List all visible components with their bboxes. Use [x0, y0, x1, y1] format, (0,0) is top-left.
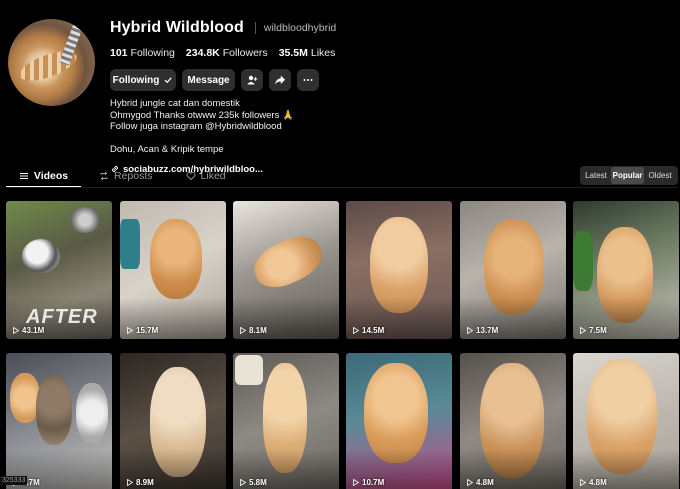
play-icon: [353, 479, 359, 486]
tabs-divider: [6, 187, 678, 188]
video-tile[interactable]: 4.8M: [460, 353, 566, 489]
stat-following[interactable]: 101 Following: [110, 47, 175, 59]
profile-stats: 101 Following 234.8K Followers 35.5M Likes: [110, 46, 346, 60]
play-icon: [127, 327, 133, 334]
sort-control: Latest Popular Oldest: [580, 166, 678, 185]
play-icon: [467, 479, 473, 486]
bio-line: Hybrid jungle cat dan domestik: [110, 98, 240, 109]
play-icon: [467, 327, 473, 334]
view-count: 10.7M: [353, 478, 384, 487]
checkmark-icon: [164, 77, 172, 84]
play-icon: [353, 327, 359, 334]
video-tile[interactable]: 4.8M: [573, 353, 679, 489]
name-separator: [254, 22, 256, 34]
video-tile[interactable]: 15.7M: [120, 201, 226, 339]
stat-likes: 35.5M Likes: [278, 47, 336, 59]
share-button[interactable]: [269, 69, 291, 91]
play-icon: [13, 327, 19, 334]
sort-popular[interactable]: Popular: [611, 167, 644, 184]
suggest-accounts-button[interactable]: [241, 69, 263, 91]
profile-header: Hybrid Wildblood wildbloodhybrid 101 Foll…: [110, 18, 346, 175]
more-options-button[interactable]: [297, 69, 319, 91]
view-count: 13.7M: [467, 326, 498, 335]
view-count: 8.9M: [127, 478, 154, 487]
heart-icon: [186, 172, 195, 181]
video-tile[interactable]: AFTER 43.1M: [6, 201, 112, 339]
video-tile[interactable]: 14.5M: [346, 201, 452, 339]
bio-line: Ohmygod Thanks otwww 235k followers 🙏: [110, 109, 294, 121]
avatar-chain-shape: [59, 24, 83, 66]
message-button[interactable]: Message: [182, 69, 235, 91]
video-tile[interactable]: 5.8M: [233, 353, 339, 489]
sort-latest[interactable]: Latest: [581, 167, 611, 184]
play-icon: [580, 479, 586, 486]
share-icon: [275, 75, 285, 85]
bio-line: Dohu, Acan & Kripik tempe: [110, 143, 224, 155]
corner-label: 325333: [0, 476, 28, 485]
more-icon: [303, 79, 313, 81]
view-count: 15.7M: [127, 326, 158, 335]
tab-liked[interactable]: Liked: [186, 166, 226, 186]
video-tile[interactable]: 8.9M: [120, 353, 226, 489]
following-button[interactable]: Following: [110, 69, 176, 91]
view-count: 5.8M: [240, 478, 267, 487]
stat-followers[interactable]: 234.8K Followers: [186, 47, 268, 59]
bio-line: Follow juga instagram @Hybridwildblood: [110, 121, 282, 132]
display-name: Hybrid Wildblood: [110, 19, 244, 36]
view-count: 43.1M: [13, 326, 44, 335]
play-icon: [240, 327, 246, 334]
profile-actions: Following Message: [110, 69, 346, 91]
play-icon: [127, 479, 133, 486]
video-tile[interactable]: 10.7M: [346, 353, 452, 489]
username-handle: wildbloodhybrid: [263, 22, 337, 34]
view-count: 4.8M: [580, 478, 607, 487]
view-count: 7.5M: [580, 326, 607, 335]
video-tile[interactable]: 8.1M: [233, 201, 339, 339]
tab-videos[interactable]: Videos: [6, 166, 81, 186]
bio-line: [110, 133, 346, 144]
video-tile[interactable]: 13.7M: [460, 201, 566, 339]
videos-grid-icon: [19, 173, 28, 179]
video-tile[interactable]: 9.7M: [6, 353, 112, 489]
sort-oldest[interactable]: Oldest: [644, 167, 676, 184]
repost-icon: [100, 171, 108, 181]
video-tile[interactable]: 7.5M: [573, 201, 679, 339]
view-count: 14.5M: [353, 326, 384, 335]
add-user-icon: [247, 75, 258, 85]
view-count: 4.8M: [467, 478, 494, 487]
view-count: 8.1M: [240, 326, 267, 335]
play-icon: [580, 327, 586, 334]
profile-bio: Hybrid jungle cat dan domestik Ohmygod T…: [110, 98, 346, 155]
play-icon: [240, 479, 246, 486]
profile-avatar[interactable]: [8, 19, 95, 106]
tab-reposts[interactable]: Reposts: [99, 166, 153, 186]
profile-tabs: Videos Reposts Liked: [6, 166, 226, 188]
